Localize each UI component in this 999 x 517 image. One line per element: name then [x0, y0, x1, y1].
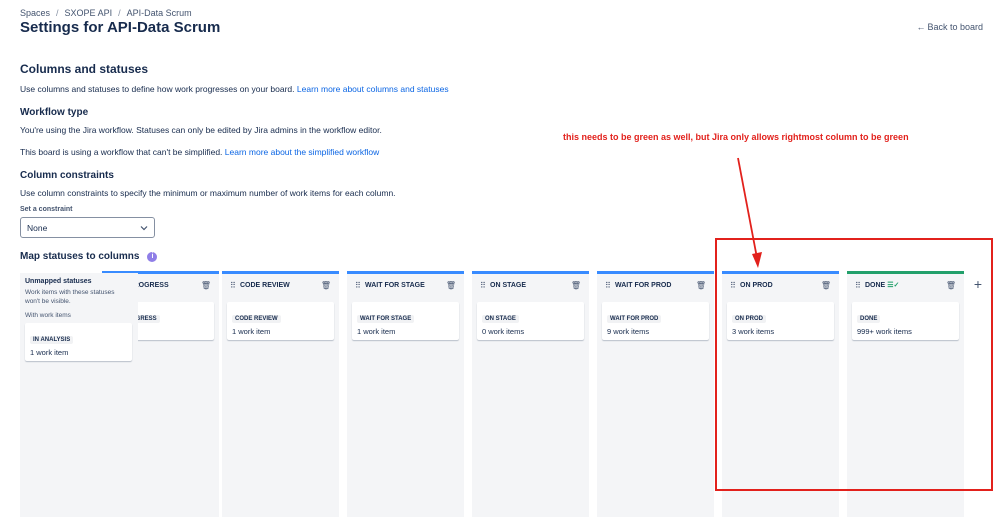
simplified-workflow-description: This board is using a workflow that can'…: [20, 147, 379, 157]
status-lozenge: ON PROD: [732, 315, 767, 323]
column-title: WAIT FOR STAGE: [365, 281, 425, 289]
work-item-count: 9 work items: [607, 327, 650, 336]
status-lozenge: WAIT FOR PROD: [607, 315, 662, 323]
column-code-review[interactable]: ⠿ CODE REVIEW 🗑 CODE REVIEW 1 work item: [222, 271, 339, 517]
trash-icon[interactable]: 🗑: [321, 281, 331, 290]
column-header: ⠿ WAIT FOR STAGE 🗑: [347, 274, 464, 296]
status-card[interactable]: WAIT FOR STAGE 1 work item: [352, 302, 459, 340]
column-header: ⠿ WAIT FOR PROD 🗑: [597, 274, 714, 296]
back-to-board-label: Back to board: [927, 22, 983, 32]
status-card[interactable]: ON PROD 3 work items: [727, 302, 834, 340]
column-title: WAIT FOR PROD: [615, 281, 672, 289]
drag-handle-icon[interactable]: ⠿: [355, 281, 365, 290]
column-title: CODE REVIEW: [240, 281, 290, 289]
column-header: ⠿ ON PROD 🗑: [722, 274, 839, 296]
status-lozenge: ON STAGE: [482, 315, 519, 323]
status-card[interactable]: ON STAGE 0 work items: [477, 302, 584, 340]
back-to-board-link[interactable]: ← Back to board: [916, 22, 983, 32]
info-icon[interactable]: i: [147, 251, 158, 262]
simplified-text: This board is using a workflow that can'…: [20, 147, 223, 157]
column-constraints-heading: Column constraints: [20, 170, 114, 181]
status-card[interactable]: CODE REVIEW 1 work item: [227, 302, 334, 340]
columns-statuses-description: Use columns and statuses to define how w…: [20, 84, 449, 94]
add-column-button[interactable]: +: [969, 275, 987, 293]
status-card[interactable]: WAIT FOR PROD 9 work items: [602, 302, 709, 340]
column-title: ON PROD: [740, 281, 773, 289]
work-item-count: 1 work item: [232, 327, 271, 336]
drag-handle-icon[interactable]: ⠿: [230, 281, 240, 290]
status-lozenge: DONE: [857, 315, 881, 323]
breadcrumb-project[interactable]: SXOPE API: [65, 8, 113, 18]
status-card[interactable]: DONE 999+ work items: [852, 302, 959, 340]
column-header: ⠿ CODE REVIEW 🗑: [222, 274, 339, 296]
plus-icon: +: [973, 276, 983, 292]
column-title: ON STAGE: [490, 281, 527, 289]
breadcrumb-separator: /: [56, 8, 59, 18]
map-statuses-title: Map statuses to columns: [20, 251, 140, 262]
unmapped-description: Work items with these statuses won't be …: [25, 289, 115, 305]
page-title: Settings for API-Data Scrum: [20, 19, 221, 36]
done-status-icon: ☰✓: [887, 282, 900, 289]
work-item-count: 0 work items: [482, 327, 525, 336]
trash-icon[interactable]: 🗑: [571, 281, 581, 290]
constraint-select[interactable]: None: [20, 217, 155, 238]
status-card[interactable]: IN ANALYSIS 1 work item: [25, 323, 132, 361]
trash-icon[interactable]: 🗑: [201, 281, 211, 290]
column-wait-for-prod[interactable]: ⠿ WAIT FOR PROD 🗑 WAIT FOR PROD 9 work i…: [597, 271, 714, 517]
breadcrumb-separator: /: [118, 8, 121, 18]
column-done[interactable]: ⠿ DONE ☰✓ 🗑 DONE 999+ work items: [847, 271, 964, 517]
unmapped-statuses-panel: Unmapped statuses Work items with these …: [20, 273, 138, 517]
with-work-items-label: With work items: [25, 312, 71, 319]
columns-statuses-heading: Columns and statuses: [20, 62, 149, 76]
work-item-count: 1 work item: [30, 348, 69, 357]
drag-handle-icon[interactable]: ⠿: [730, 281, 740, 290]
workflow-description: You're using the Jira workflow. Statuses…: [20, 125, 382, 135]
work-item-count: 999+ work items: [857, 327, 912, 336]
arrow-left-icon: ←: [916, 22, 926, 32]
learn-simplified-link[interactable]: Learn more about the simplified workflow: [225, 147, 380, 157]
trash-icon[interactable]: 🗑: [821, 281, 831, 290]
column-header: ⠿ DONE ☰✓ 🗑: [847, 274, 964, 296]
constraint-label: Set a constraint: [20, 206, 73, 213]
breadcrumb: Spaces / SXOPE API / API-Data Scrum: [20, 8, 192, 18]
status-lozenge: CODE REVIEW: [232, 315, 281, 323]
trash-icon[interactable]: 🗑: [446, 281, 456, 290]
breadcrumb-board[interactable]: API-Data Scrum: [127, 8, 192, 18]
map-statuses-heading: Map statuses to columns i: [20, 251, 158, 262]
column-title-text: DONE: [865, 282, 886, 289]
column-wait-for-stage[interactable]: ⠿ WAIT FOR STAGE 🗑 WAIT FOR STAGE 1 work…: [347, 271, 464, 517]
status-lozenge: IN ANALYSIS: [30, 336, 74, 344]
chevron-down-icon: [140, 225, 148, 230]
column-on-prod[interactable]: ⠿ ON PROD 🗑 ON PROD 3 work items: [722, 271, 839, 517]
column-on-stage[interactable]: ⠿ ON STAGE 🗑 ON STAGE 0 work items: [472, 271, 589, 517]
work-item-count: 3 work items: [732, 327, 775, 336]
unmapped-title: Unmapped statuses: [25, 278, 92, 285]
drag-handle-icon[interactable]: ⠿: [480, 281, 490, 290]
drag-handle-icon[interactable]: ⠿: [855, 281, 865, 290]
drag-handle-icon[interactable]: ⠿: [605, 281, 615, 290]
column-title: DONE ☰✓: [865, 281, 946, 289]
column-header: ⠿ ON STAGE 🗑: [472, 274, 589, 296]
columns-statuses-text: Use columns and statuses to define how w…: [20, 84, 295, 94]
trash-icon[interactable]: 🗑: [696, 281, 706, 290]
column-constraints-description: Use column constraints to specify the mi…: [20, 188, 396, 198]
breadcrumb-spaces[interactable]: Spaces: [20, 8, 50, 18]
learn-columns-link[interactable]: Learn more about columns and statuses: [297, 84, 449, 94]
workflow-type-heading: Workflow type: [20, 107, 89, 118]
constraint-value: None: [27, 222, 48, 233]
trash-icon[interactable]: 🗑: [946, 281, 956, 290]
work-item-count: 1 work item: [357, 327, 396, 336]
status-lozenge: WAIT FOR STAGE: [357, 315, 415, 323]
annotation-text: this needs to be green as well, but Jira…: [563, 132, 909, 142]
